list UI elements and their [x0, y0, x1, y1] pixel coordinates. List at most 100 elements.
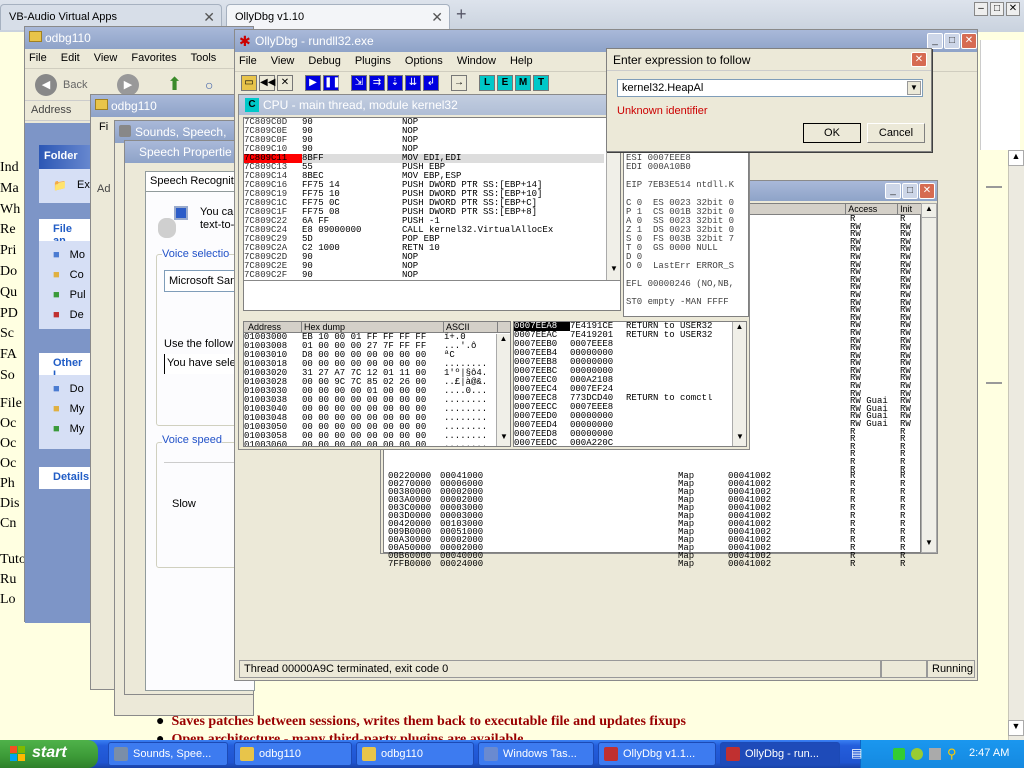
page-link[interactable]: Oc [0, 436, 22, 456]
page-link[interactable]: Sc [0, 326, 20, 347]
file-task-item[interactable]: ■ Pul [53, 289, 86, 301]
run-icon[interactable]: ▶ [305, 75, 321, 91]
browser-minimize-button[interactable]: – [974, 2, 988, 16]
maximize-button[interactable]: □ [902, 183, 918, 199]
threads-window-button[interactable]: T [533, 75, 549, 91]
keyboard-icon[interactable]: ▤ [851, 746, 862, 760]
disasm-row[interactable]: 7C809C2A C2 1000 RETN 10 [244, 244, 620, 253]
disasm-row[interactable]: 7C809C0F 90 NOP [244, 136, 620, 145]
search-tray-icon[interactable]: ⚲ [947, 746, 957, 762]
details-header[interactable]: Details [39, 467, 93, 489]
page-link[interactable]: Lo [0, 592, 26, 612]
goto-icon[interactable]: → [451, 75, 467, 91]
menu-item[interactable]: Favorites [131, 52, 176, 65]
execute-till-return-icon[interactable]: ↲ [423, 75, 439, 91]
taskbar-button[interactable]: odbg110 [356, 742, 474, 766]
expression-input[interactable]: kernel32.HeapAl ▼ [617, 79, 923, 97]
menu-item[interactable]: View [94, 52, 118, 65]
scroll-up-arrow-icon[interactable]: ▲ [733, 322, 746, 331]
close-tab-icon[interactable]: ✕ [203, 9, 215, 26]
other-place-item[interactable]: ■ My [53, 423, 84, 435]
scroll-up-arrow-icon[interactable]: ▲ [922, 204, 936, 218]
other-place-item[interactable]: ■ My [53, 403, 84, 415]
new-tab-button[interactable]: + [456, 4, 467, 25]
up-folder-icon[interactable]: ⬆ [167, 74, 182, 95]
minimize-button[interactable]: _ [927, 33, 943, 49]
minimize-button[interactable]: _ [885, 183, 901, 199]
stack-pane[interactable]: 0007EEA8 7E4191CE RETURN to USER32 0007EEAC… [513, 321, 747, 447]
back-label[interactable]: Back [63, 79, 87, 91]
memory-row[interactable]: 7FFB0000 00024000 Map 00041002 R R [388, 560, 922, 569]
page-link[interactable]: Ru [0, 572, 26, 592]
stack-row[interactable]: 0007EEDC 000A220C [514, 439, 746, 447]
page-link[interactable]: Do [0, 264, 20, 285]
network-icon[interactable] [911, 748, 923, 760]
menu-item[interactable]: View [271, 55, 295, 68]
ok-button[interactable]: OK [803, 123, 861, 143]
dump-row[interactable]: 01003060 00 00 00 00 00 00 00 00........ [244, 441, 510, 447]
other-place-item[interactable]: ■ Do [53, 383, 84, 395]
disasm-row[interactable]: 7C809C2D 90 NOP [244, 253, 620, 262]
page-link[interactable]: Cn [0, 516, 22, 536]
disasm-row[interactable]: 7C809C2F 90 NOP [244, 271, 620, 280]
memory-map-scrollbar[interactable]: ▲ ▼ [921, 203, 937, 553]
speaker-tray-icon[interactable] [929, 748, 941, 760]
scroll-down-arrow-icon[interactable]: ▼ [1008, 720, 1024, 736]
menu-item[interactable]: Debug [308, 55, 340, 68]
taskbar-button[interactable]: OllyDbg v1.1... [598, 742, 716, 766]
modules-window-button[interactable]: E [497, 75, 513, 91]
close-button[interactable]: ✕ [919, 183, 935, 199]
page-link[interactable]: Dis [0, 496, 22, 516]
log-window-button[interactable]: L [479, 75, 495, 91]
page-link[interactable]: Oc [0, 456, 22, 476]
back-arrow-icon[interactable]: ◀ [35, 74, 57, 96]
dialog-titlebar[interactable]: Enter expression to follow ✕ [607, 49, 931, 71]
disasm-row[interactable]: 7C809C0D 90 NOP [244, 118, 620, 127]
page-link[interactable]: FA [0, 347, 20, 368]
trace-into-icon[interactable]: ⇣ [387, 75, 403, 91]
close-button[interactable]: ✕ [961, 33, 977, 49]
explorer-titlebar[interactable]: odbg110 [91, 95, 249, 117]
hex-dump-pane[interactable]: Address Hex dump ASCII 01003000 EB 10 00 … [243, 321, 511, 447]
other-places-header[interactable]: Other I [39, 353, 93, 381]
page-scrollbar[interactable] [1008, 150, 1024, 740]
maximize-button[interactable]: □ [944, 33, 960, 49]
page-link[interactable]: So [0, 368, 20, 389]
step-over-icon[interactable]: ⇉ [369, 75, 385, 91]
memory-window-button[interactable]: M [515, 75, 531, 91]
scroll-up-arrow-icon[interactable]: ▲ [1008, 150, 1024, 166]
page-link[interactable]: Wh [0, 202, 20, 223]
menu-item[interactable]: Edit [61, 52, 80, 65]
scroll-down-arrow-icon[interactable]: ▼ [922, 538, 936, 552]
page-link[interactable]: Oc [0, 416, 22, 436]
disasm-row[interactable]: 7C809C0E 90 NOP [244, 127, 620, 136]
file-task-item[interactable]: ■ Mo [53, 249, 85, 261]
tray-app-icon[interactable] [893, 748, 905, 760]
page-link[interactable]: Ph [0, 476, 22, 496]
close-tab-icon[interactable]: ✕ [431, 9, 443, 26]
disassembly-pane[interactable]: 7C809C0D 90 NOP 7C809C0E 90 NOP 7C809C0F 90 NOP 7… [243, 117, 621, 311]
scroll-up-arrow-icon[interactable]: ▲ [497, 334, 510, 343]
explorer-titlebar[interactable]: odbg110 [25, 27, 253, 49]
scroll-down-arrow-icon[interactable]: ▼ [497, 432, 510, 441]
taskbar-button[interactable]: odbg110 [234, 742, 352, 766]
trace-over-icon[interactable]: ⇊ [405, 75, 421, 91]
menu-item[interactable]: Window [457, 55, 496, 68]
menu-item[interactable]: File [239, 55, 257, 68]
menu-item[interactable]: Help [510, 55, 533, 68]
page-link[interactable]: PD [0, 306, 20, 327]
folder-panel-header[interactable]: Folder [39, 145, 93, 169]
menu-item[interactable]: File [29, 52, 47, 65]
scroll-down-arrow-icon[interactable]: ▼ [733, 432, 746, 441]
step-into-icon[interactable]: ⇲ [351, 75, 367, 91]
menu-item[interactable]: Options [405, 55, 443, 68]
file-task-item[interactable]: ■ Co [53, 269, 84, 281]
pause-icon[interactable]: ❚❚ [323, 75, 341, 91]
close-icon[interactable]: ✕ [277, 75, 293, 91]
page-link[interactable]: Pri [0, 243, 20, 264]
taskbar-button[interactable]: Sounds, Spee... [108, 742, 228, 766]
page-link[interactable]: Qu [0, 285, 20, 306]
taskbar-button[interactable]: Windows Tas... [478, 742, 594, 766]
open-folder-icon[interactable]: ▭ [241, 75, 257, 91]
stack-scrollbar[interactable]: ▲ ▼ [732, 322, 746, 446]
